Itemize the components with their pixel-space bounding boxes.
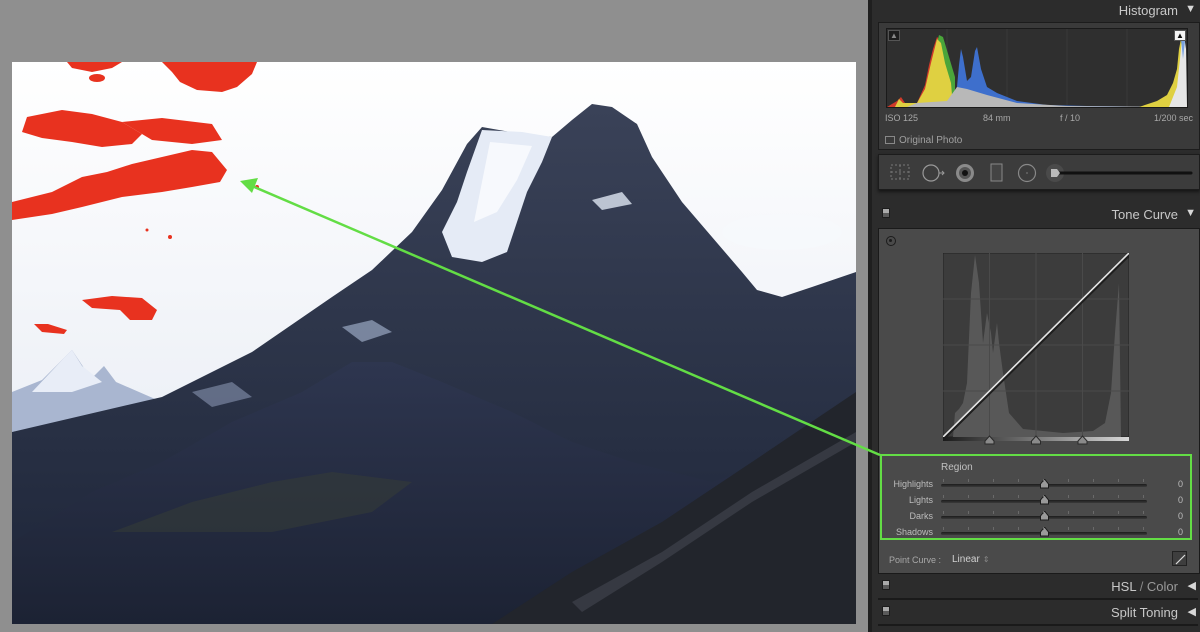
graduated-filter-icon[interactable] bbox=[989, 163, 1005, 183]
tone-curve-title: Tone Curve bbox=[1111, 207, 1178, 222]
split-toning-title: Split Toning bbox=[1111, 605, 1178, 620]
histogram-title: Histogram bbox=[1118, 3, 1178, 18]
histogram-chart bbox=[887, 29, 1187, 107]
hsl-color-header[interactable]: HSL / Color ◀ bbox=[872, 576, 1200, 598]
point-curve-select[interactable]: Linear ⇕ bbox=[952, 554, 990, 565]
clipped-region bbox=[89, 74, 105, 82]
photo-canvas bbox=[0, 0, 868, 632]
clipped-region bbox=[145, 228, 149, 232]
edit-point-curve-icon[interactable] bbox=[1172, 551, 1187, 566]
lightroom-develop-window: Histogram ▼ ▲ ▲ ISO 125 84 mm f / 10 1/2… bbox=[0, 0, 1200, 632]
panel-switch-icon[interactable] bbox=[882, 606, 890, 616]
adjustment-brush-slider[interactable] bbox=[1045, 163, 1195, 183]
point-curve-label: Point Curve : bbox=[889, 555, 942, 565]
red-eye-icon[interactable] bbox=[955, 163, 977, 183]
crop-overlay-icon[interactable] bbox=[889, 163, 911, 181]
triangle-down-icon[interactable]: ▼ bbox=[1185, 3, 1196, 15]
tool-strip bbox=[878, 154, 1200, 190]
hsl-tab[interactable]: HSL bbox=[1111, 579, 1136, 594]
triangle-left-icon[interactable]: ◀ bbox=[1188, 605, 1196, 618]
histogram-graph[interactable]: ▲ ▲ bbox=[886, 28, 1188, 108]
histogram-panel: ▲ ▲ ISO 125 84 mm f / 10 1/200 sec Origi… bbox=[878, 22, 1200, 150]
tone-curve-graph[interactable] bbox=[943, 253, 1129, 445]
checkbox-icon[interactable] bbox=[885, 136, 895, 144]
triangle-up-icon: ▲ bbox=[1176, 31, 1184, 40]
point-curve-value: Linear bbox=[952, 554, 980, 565]
highlight-clipping-toggle[interactable]: ▲ bbox=[1174, 30, 1186, 41]
original-photo-label: Original Photo bbox=[899, 135, 963, 146]
exif-aperture: f / 10 bbox=[1060, 113, 1081, 123]
exif-iso: ISO 125 bbox=[885, 113, 919, 123]
original-photo-toggle[interactable]: Original Photo bbox=[885, 135, 962, 146]
radial-filter-icon[interactable] bbox=[1017, 163, 1039, 183]
tone-curve-header[interactable]: Tone Curve ▼ bbox=[872, 204, 1200, 226]
annotation-highlight-box bbox=[880, 454, 1192, 540]
shadow-clipping-toggle[interactable]: ▲ bbox=[888, 30, 900, 41]
title-separator: / bbox=[1136, 579, 1147, 594]
triangle-up-icon: ▲ bbox=[890, 31, 898, 40]
targeted-adjustment-icon[interactable] bbox=[886, 236, 896, 246]
panel-switch-icon[interactable] bbox=[882, 208, 890, 218]
divider bbox=[878, 598, 1198, 600]
histogram-header[interactable]: Histogram ▼ bbox=[872, 0, 1200, 22]
exif-shutter-speed: 1/200 sec bbox=[1153, 113, 1193, 123]
clipped-region bbox=[255, 185, 259, 189]
panel-switch-icon[interactable] bbox=[882, 580, 890, 590]
triangle-down-icon[interactable]: ▼ bbox=[1185, 207, 1196, 219]
clipped-region bbox=[168, 235, 172, 239]
hsl-color-title: HSL / Color bbox=[1111, 579, 1178, 594]
triangle-left-icon[interactable]: ◀ bbox=[1188, 579, 1196, 592]
split-toning-header[interactable]: Split Toning ◀ bbox=[872, 602, 1200, 624]
spot-removal-icon[interactable] bbox=[921, 163, 947, 183]
divider bbox=[878, 624, 1198, 626]
photo-image bbox=[12, 62, 856, 624]
updown-arrows-icon: ⇕ bbox=[982, 555, 990, 564]
exif-focal-length: 84 mm bbox=[983, 113, 1011, 123]
photo-preview[interactable] bbox=[12, 62, 856, 624]
color-tab[interactable]: Color bbox=[1147, 579, 1178, 594]
